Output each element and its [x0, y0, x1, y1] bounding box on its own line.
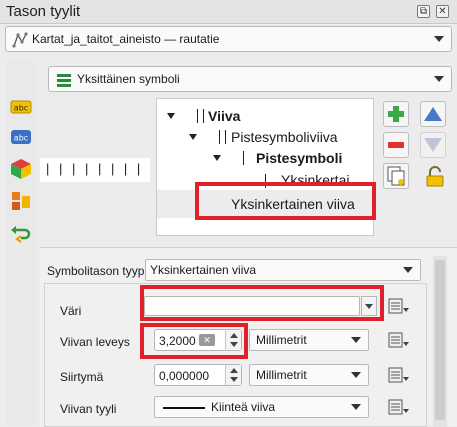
layer-combo-value: Kartat_ja_taitot_aineisto — rautatie	[32, 32, 220, 46]
tree-row-label: Viiva	[208, 108, 241, 124]
tree-row-marker[interactable]: Pistesymboli	[157, 149, 373, 169]
offset-spin-buttons[interactable]	[225, 365, 241, 385]
window-title: Tason tyylit	[6, 3, 81, 20]
highlight-selected-layer	[195, 182, 376, 220]
single-symbol-icon	[57, 74, 71, 87]
offset-value: 0,000000	[159, 369, 210, 383]
highlight-width-field	[140, 323, 248, 359]
scrollbar-thumb[interactable]	[435, 260, 445, 420]
remove-symbol-layer-icon	[388, 142, 404, 148]
offset-unit-value: Millimetrit	[256, 368, 307, 382]
properties-scrollbar[interactable]	[433, 256, 447, 427]
line-style-label: Viivan tyyli	[60, 402, 117, 416]
line-style-value: Kiinteä viiva	[211, 400, 276, 414]
move-up-icon	[424, 107, 442, 121]
symbol-layer-properties: Symbolitason tyyppi Yksinkertainen viiva…	[40, 247, 457, 427]
move-down-button[interactable]	[420, 132, 446, 158]
window-titlebar: Tason tyylit ⧉ ✕	[0, 0, 457, 24]
data-defined-override-icon[interactable]	[388, 365, 410, 385]
tree-row-line[interactable]: Viiva	[157, 107, 373, 127]
line-preview-icon	[219, 130, 220, 144]
close-button[interactable]: ✕	[436, 5, 449, 18]
label-abc-blue-icon[interactable]: abc	[9, 126, 33, 148]
line-preview-icon	[197, 109, 198, 123]
symbol-layer-type-value: Yksinkertainen viiva	[150, 263, 257, 277]
data-defined-override-icon[interactable]	[388, 296, 410, 316]
solid-line-icon	[163, 407, 205, 409]
marker-preview-icon	[243, 151, 244, 165]
duplicate-layer-icon	[387, 166, 405, 186]
move-up-button[interactable]	[420, 101, 446, 127]
highlight-color-field	[140, 285, 384, 321]
color-label: Väri	[60, 304, 82, 318]
move-down-icon	[424, 138, 442, 152]
symbol-preview-pattern: | | | | | | | |	[46, 161, 144, 176]
label-abc-icon[interactable]: abc	[9, 96, 33, 118]
data-defined-override-icon[interactable]	[388, 397, 410, 417]
width-unit-value: Millimetrit	[256, 333, 307, 347]
chevron-down-icon	[351, 404, 361, 410]
3d-cube-icon[interactable]	[9, 158, 33, 180]
diagram-icon[interactable]	[9, 190, 33, 212]
symbol-preview: | | | | | | | |	[40, 158, 150, 182]
svg-text:abc: abc	[14, 104, 28, 113]
duplicate-layer-button[interactable]	[383, 163, 409, 189]
symbol-layer-type-combo[interactable]: Yksinkertainen viiva	[145, 259, 421, 281]
width-unit-combo[interactable]: Millimetrit	[249, 329, 369, 351]
remove-symbol-layer-button[interactable]	[383, 132, 409, 158]
data-defined-override-icon[interactable]	[388, 330, 410, 350]
expand-arrow-icon[interactable]	[213, 155, 221, 161]
renderer-combo[interactable]: Yksittäinen symboli	[48, 66, 452, 92]
spin-up-icon[interactable]	[230, 368, 238, 373]
tree-row-label: Pistesymboli	[256, 150, 343, 166]
expand-arrow-icon[interactable]	[167, 113, 175, 119]
tree-row-label: Pistesymboliviiva	[231, 129, 338, 145]
chevron-down-icon	[434, 36, 444, 42]
spin-down-icon[interactable]	[230, 377, 238, 382]
line-layer-icon	[12, 32, 28, 48]
chevron-down-icon	[434, 76, 444, 82]
history-icon[interactable]	[9, 222, 33, 244]
layer-combo[interactable]: Kartat_ja_taitot_aineisto — rautatie	[5, 26, 452, 52]
offset-spinbox[interactable]: 0,000000	[154, 364, 242, 386]
style-dock-sidebar: abc abc	[6, 60, 36, 426]
add-symbol-layer-button[interactable]	[383, 101, 409, 127]
offset-label: Siirtymä	[60, 370, 104, 384]
chevron-down-icon	[351, 372, 361, 378]
width-label: Viivan leveys	[60, 335, 130, 349]
float-button[interactable]: ⧉	[417, 5, 430, 18]
line-style-combo[interactable]: Kiinteä viiva	[154, 396, 369, 418]
line-preview-icon	[225, 130, 226, 144]
expand-arrow-icon[interactable]	[189, 134, 197, 140]
svg-text:abc: abc	[14, 134, 28, 143]
chevron-down-icon	[351, 337, 361, 343]
lock-icon	[426, 166, 444, 187]
offset-unit-combo[interactable]: Millimetrit	[249, 364, 369, 386]
add-symbol-layer-icon	[388, 106, 404, 122]
symbol-layer-type-label: Symbolitason tyyppi	[47, 264, 154, 278]
line-preview-icon	[203, 109, 204, 123]
lock-layer-button[interactable]	[423, 165, 447, 189]
tree-row-marker-line[interactable]: Pistesymboliviiva	[157, 128, 373, 148]
chevron-down-icon	[403, 267, 413, 273]
renderer-combo-value: Yksittäinen symboli	[77, 72, 180, 86]
